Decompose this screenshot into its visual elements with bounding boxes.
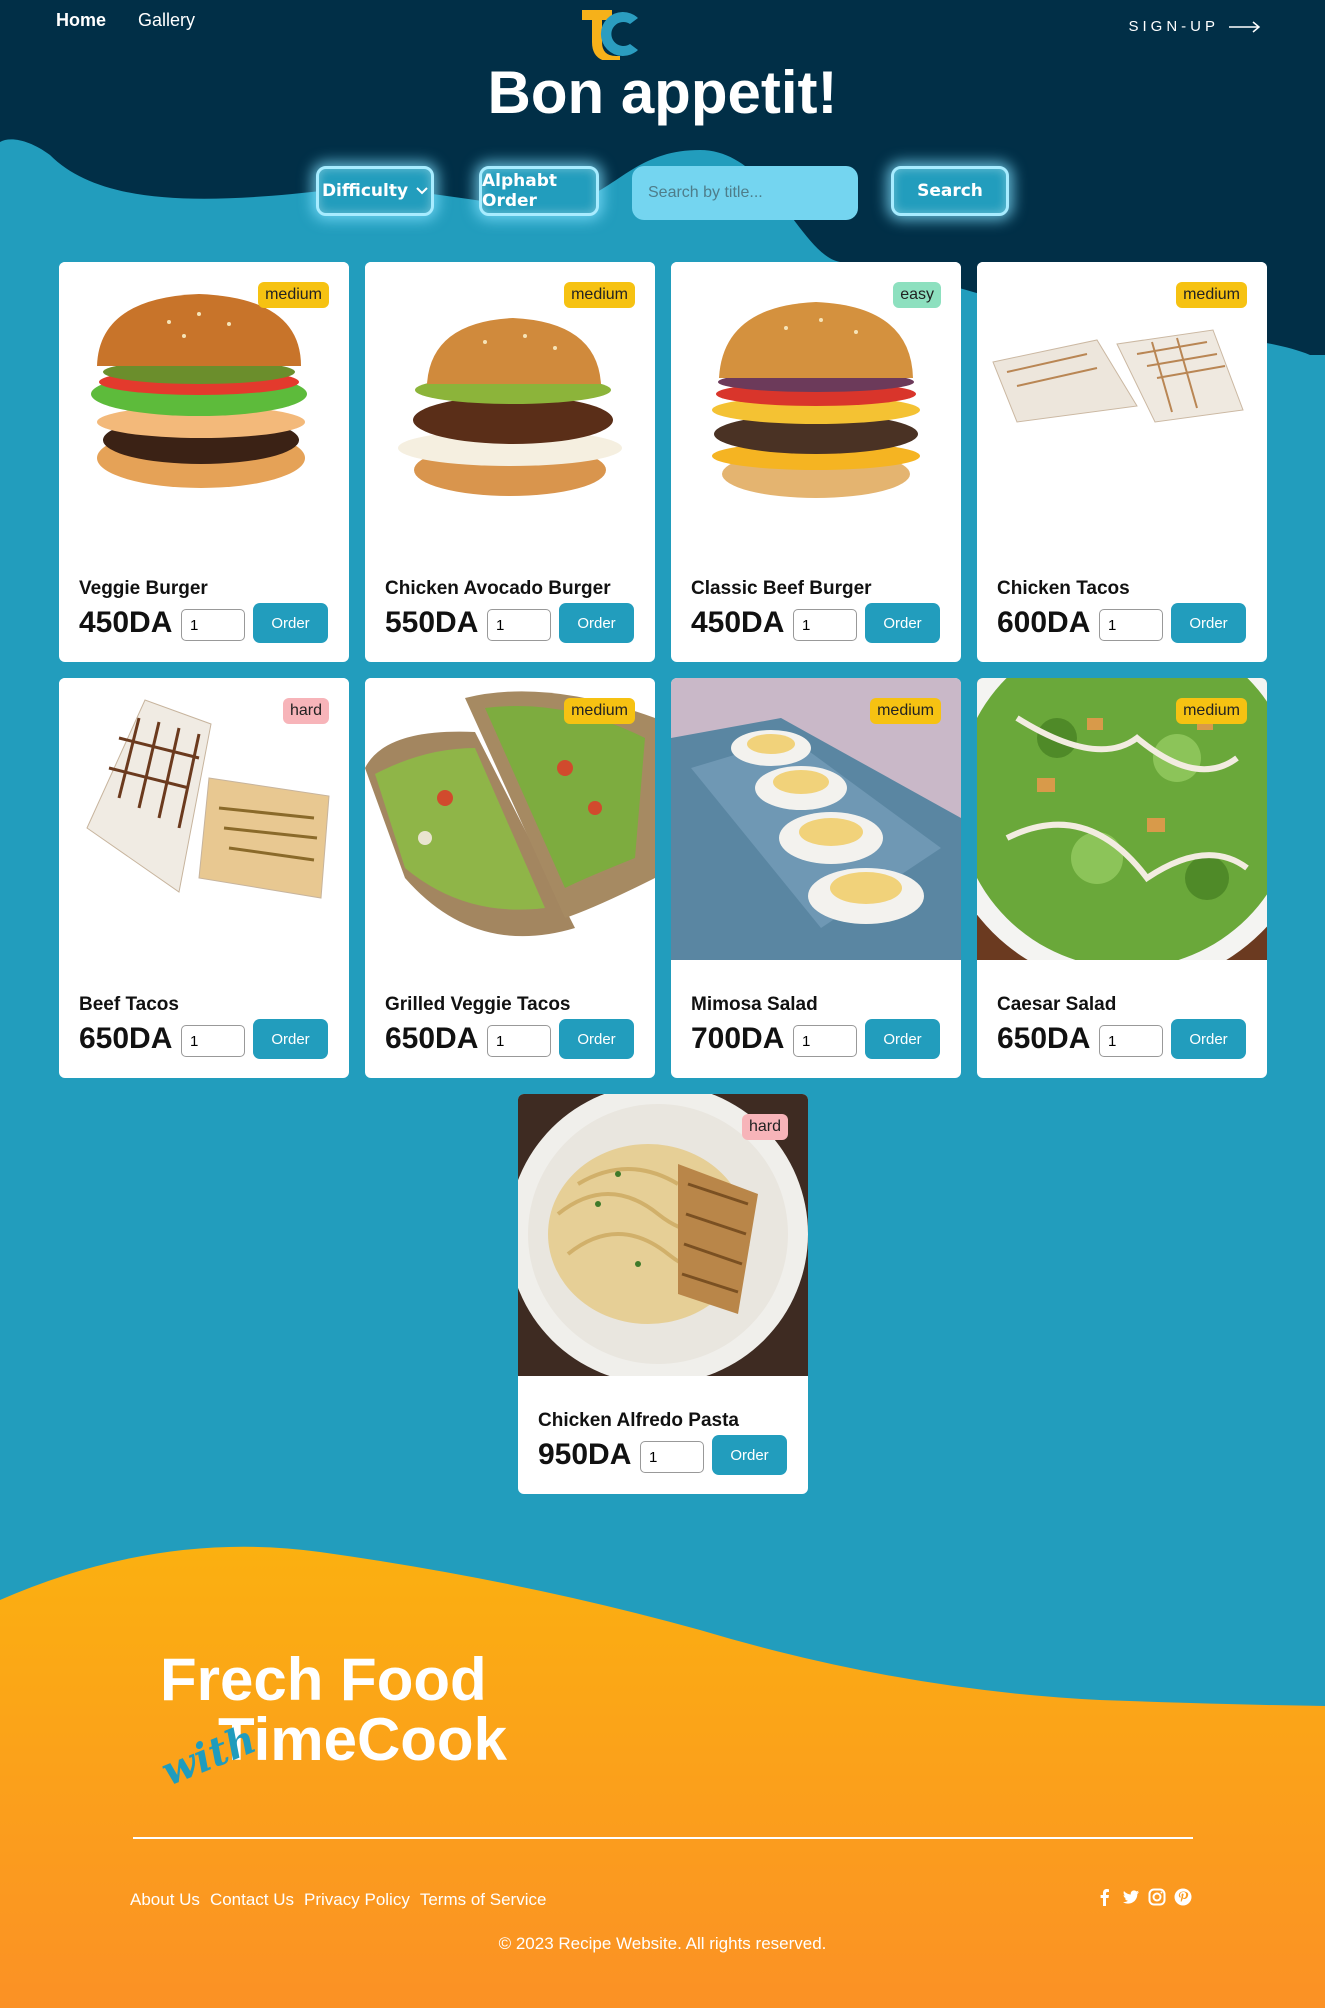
quantity-input[interactable] xyxy=(640,1441,704,1473)
privacy-policy-link[interactable]: Privacy Policy xyxy=(304,1890,410,1910)
order-button[interactable]: Order xyxy=(253,1019,328,1059)
recipe-price: 550DA xyxy=(385,606,479,639)
recipe-card[interactable]: hard Beef Tacos 650DA Order xyxy=(59,678,349,1078)
recipe-name: Chicken Alfredo Pasta xyxy=(538,1410,739,1431)
instagram-icon[interactable] xyxy=(1148,1888,1166,1906)
recipe-card[interactable]: hard Chicken Alfredo Pasta 950DA Order xyxy=(518,1094,808,1494)
difficulty-badge: medium xyxy=(564,282,635,308)
difficulty-badge: hard xyxy=(282,698,329,724)
facebook-icon[interactable] xyxy=(1096,1888,1114,1906)
order-button[interactable]: Order xyxy=(865,1019,940,1059)
quantity-input[interactable] xyxy=(1099,609,1163,641)
terms-of-service-link[interactable]: Terms of Service xyxy=(420,1890,547,1910)
nav-gallery-link[interactable]: Gallery xyxy=(138,10,195,31)
quantity-input[interactable] xyxy=(1099,1025,1163,1057)
footer-links: About Us Contact Us Privacy Policy Terms… xyxy=(130,1890,546,1910)
recipe-price: 450DA xyxy=(691,606,785,639)
tc-logo[interactable] xyxy=(580,4,640,60)
quantity-input[interactable] xyxy=(181,609,245,641)
filter-controls: Difficulty Alphabt Order Search xyxy=(0,166,1325,222)
copyright: © 2023 Recipe Website. All rights reserv… xyxy=(498,1934,827,1953)
difficulty-badge: medium xyxy=(1176,698,1247,724)
recipe-price: 650DA xyxy=(385,1022,479,1055)
recipe-price: 650DA xyxy=(997,1022,1091,1055)
pinterest-icon[interactable] xyxy=(1174,1888,1192,1906)
twitter-icon[interactable] xyxy=(1122,1888,1140,1906)
recipe-name: Caesar Salad xyxy=(997,994,1117,1015)
order-button[interactable]: Order xyxy=(253,603,328,643)
recipe-card[interactable]: medium Caesar Salad 650DA Order xyxy=(977,678,1267,1078)
recipe-price: 600DA xyxy=(997,606,1091,639)
alphabet-order-button[interactable]: Alphabt Order xyxy=(479,166,599,216)
contact-us-link[interactable]: Contact Us xyxy=(210,1890,294,1910)
difficulty-badge: medium xyxy=(870,698,941,724)
page-title: Bon appetit! xyxy=(487,59,838,126)
recipe-card[interactable]: medium Grilled Veggie Tacos 650DA Order xyxy=(365,678,655,1078)
quantity-input[interactable] xyxy=(487,1025,551,1057)
recipe-name: Mimosa Salad xyxy=(691,994,818,1015)
brand-line-2: TimeCook xyxy=(218,1706,507,1773)
quantity-input[interactable] xyxy=(793,609,857,641)
recipe-card[interactable]: medium Chicken Avocado Burger 550DA Orde… xyxy=(365,262,655,662)
recipe-name: Grilled Veggie Tacos xyxy=(385,994,571,1015)
order-button[interactable]: Order xyxy=(712,1435,787,1475)
order-button[interactable]: Order xyxy=(559,603,634,643)
top-nav: Home Gallery xyxy=(56,10,195,31)
footer-brand: Frech Food TimeCook with xyxy=(155,1646,507,1796)
nav-home-link[interactable]: Home xyxy=(56,10,106,31)
difficulty-badge: medium xyxy=(1176,282,1247,308)
quantity-input[interactable] xyxy=(181,1025,245,1057)
brand-line-1: Frech Food xyxy=(160,1646,487,1713)
about-us-link[interactable]: About Us xyxy=(130,1890,200,1910)
difficulty-label: Difficulty xyxy=(321,181,409,201)
signup-label: SIGN-UP xyxy=(1128,18,1219,35)
arrow-right-icon xyxy=(1229,20,1261,33)
recipe-name: Chicken Tacos xyxy=(997,578,1130,599)
search-label: Search xyxy=(917,181,983,201)
search-button[interactable]: Search xyxy=(891,166,1009,216)
recipe-card[interactable]: easy Classic Beef Burger 450DA Order xyxy=(671,262,961,662)
recipe-name: Beef Tacos xyxy=(79,994,179,1015)
difficulty-badge: medium xyxy=(564,698,635,724)
signup-link[interactable]: SIGN-UP xyxy=(1128,18,1261,35)
recipe-price: 450DA xyxy=(79,606,173,639)
recipe-card[interactable]: medium Chicken Tacos 600DA Order xyxy=(977,262,1267,662)
difficulty-badge: easy xyxy=(893,282,941,308)
recipe-price: 950DA xyxy=(538,1438,632,1471)
order-button[interactable]: Order xyxy=(865,603,940,643)
difficulty-dropdown[interactable]: Difficulty xyxy=(316,166,434,216)
quantity-input[interactable] xyxy=(793,1025,857,1057)
recipe-name: Chicken Avocado Burger xyxy=(385,578,611,599)
order-button[interactable]: Order xyxy=(1171,603,1246,643)
order-button[interactable]: Order xyxy=(1171,1019,1246,1059)
chevron-down-icon xyxy=(416,187,428,195)
footer-divider xyxy=(133,1837,1193,1839)
difficulty-badge: medium xyxy=(258,282,329,308)
difficulty-badge: hard xyxy=(741,1114,788,1140)
order-button[interactable]: Order xyxy=(559,1019,634,1059)
recipe-card[interactable]: medium Mimosa Salad 700DA Order xyxy=(671,678,961,1078)
recipe-name: Classic Beef Burger xyxy=(691,578,872,599)
recipe-price: 650DA xyxy=(79,1022,173,1055)
recipe-name: Veggie Burger xyxy=(79,578,208,599)
search-input[interactable] xyxy=(632,166,858,220)
recipe-card[interactable]: medium Veggie Burger 450DA Order xyxy=(59,262,349,662)
quantity-input[interactable] xyxy=(487,609,551,641)
recipe-price: 700DA xyxy=(691,1022,785,1055)
social-links xyxy=(1096,1888,1192,1906)
alphabet-order-label: Alphabt Order xyxy=(482,171,558,211)
